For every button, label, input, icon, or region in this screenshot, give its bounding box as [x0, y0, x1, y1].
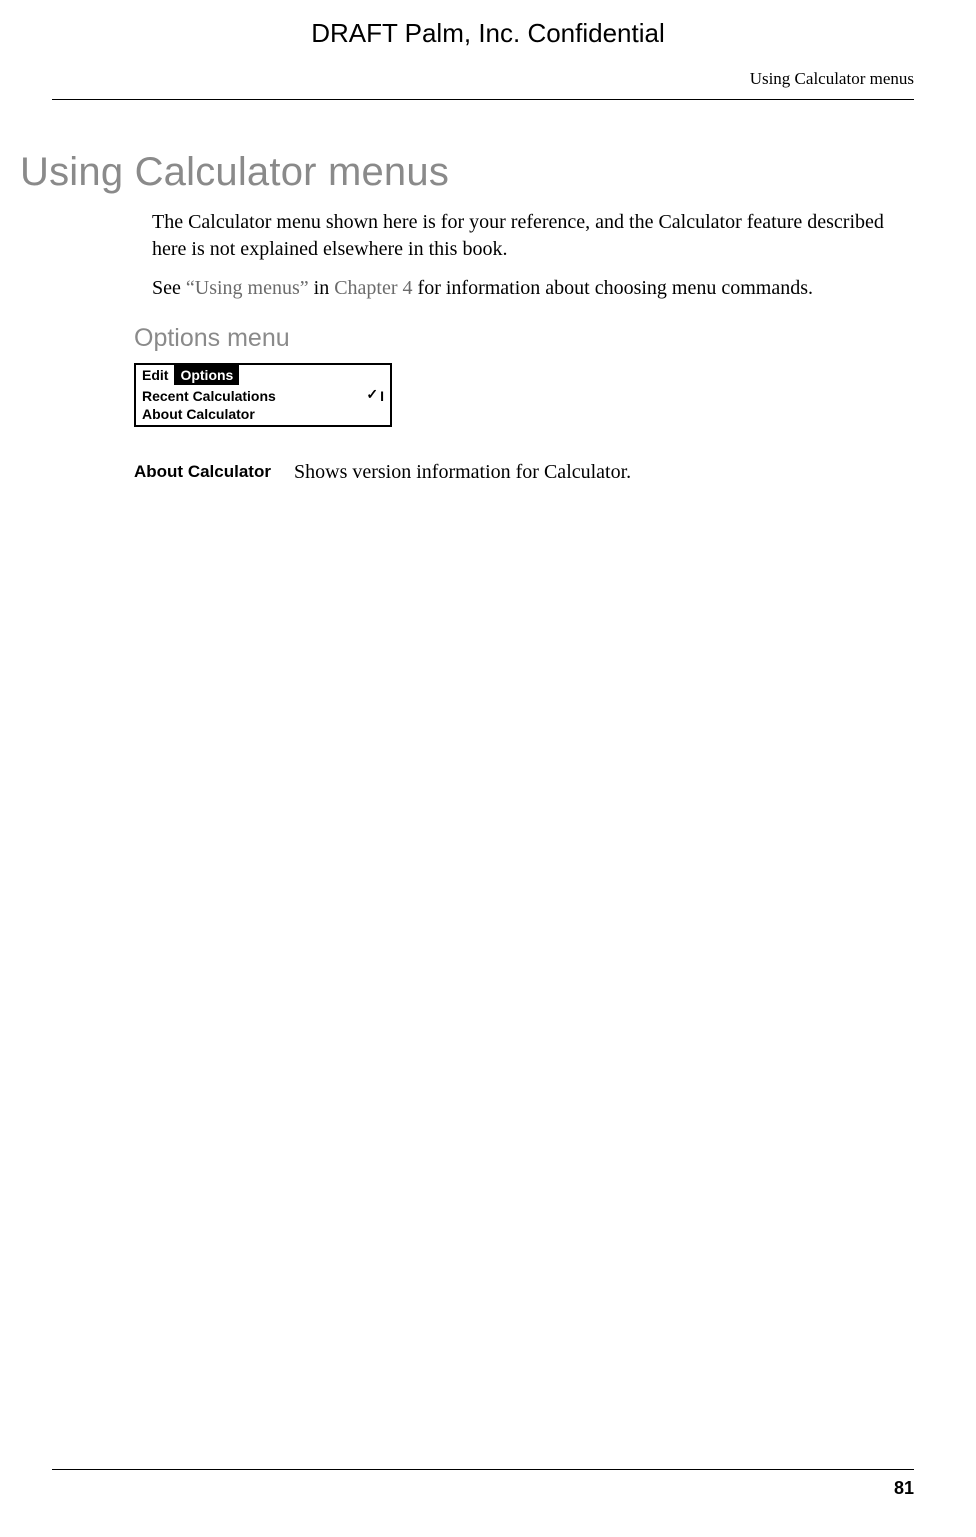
section-title: Using Calculator menus: [20, 150, 914, 195]
para2-mid: in: [309, 277, 335, 299]
menu-item-recent-calculations: Recent Calculations ✓I: [142, 387, 384, 405]
draft-confidential-header: DRAFT Palm, Inc. Confidential: [0, 0, 976, 69]
page-number: 81: [52, 1478, 914, 1499]
command-stroke-icon: ✓: [366, 387, 378, 405]
options-menu-heading: Options menu: [134, 324, 914, 353]
para2-prefix: See: [152, 277, 186, 299]
menu-shortcut-recent: ✓I: [366, 387, 384, 405]
shortcut-key: I: [380, 387, 384, 405]
menu-item-about-calculator: About Calculator: [142, 405, 384, 423]
palm-options-menu-screenshot: Edit Options Recent Calculations ✓I Abou…: [134, 363, 914, 427]
main-content: Using Calculator menus The Calculator me…: [0, 100, 976, 486]
menu-tab-options: Options: [174, 365, 239, 385]
chapter-4-link[interactable]: Chapter 4: [334, 277, 412, 299]
menu-tab-edit: Edit: [136, 365, 174, 385]
running-header: Using Calculator menus: [0, 69, 976, 99]
about-calculator-label: About Calculator: [134, 459, 294, 486]
definition-row: About Calculator Shows version informati…: [152, 459, 914, 486]
intro-paragraph-2: See “Using menus” in Chapter 4 for infor…: [152, 275, 914, 302]
menu-item-about-label: About Calculator: [142, 405, 255, 423]
menu-item-recent-label: Recent Calculations: [142, 387, 276, 405]
para2-suffix: for information about choosing menu comm…: [413, 277, 813, 299]
intro-paragraph-1: The Calculator menu shown here is for yo…: [152, 209, 914, 263]
footer-divider: [52, 1469, 914, 1470]
about-calculator-description: Shows version information for Calculator…: [294, 459, 631, 486]
using-menus-link[interactable]: “Using menus”: [186, 277, 309, 299]
page-footer: 81: [52, 1469, 914, 1499]
